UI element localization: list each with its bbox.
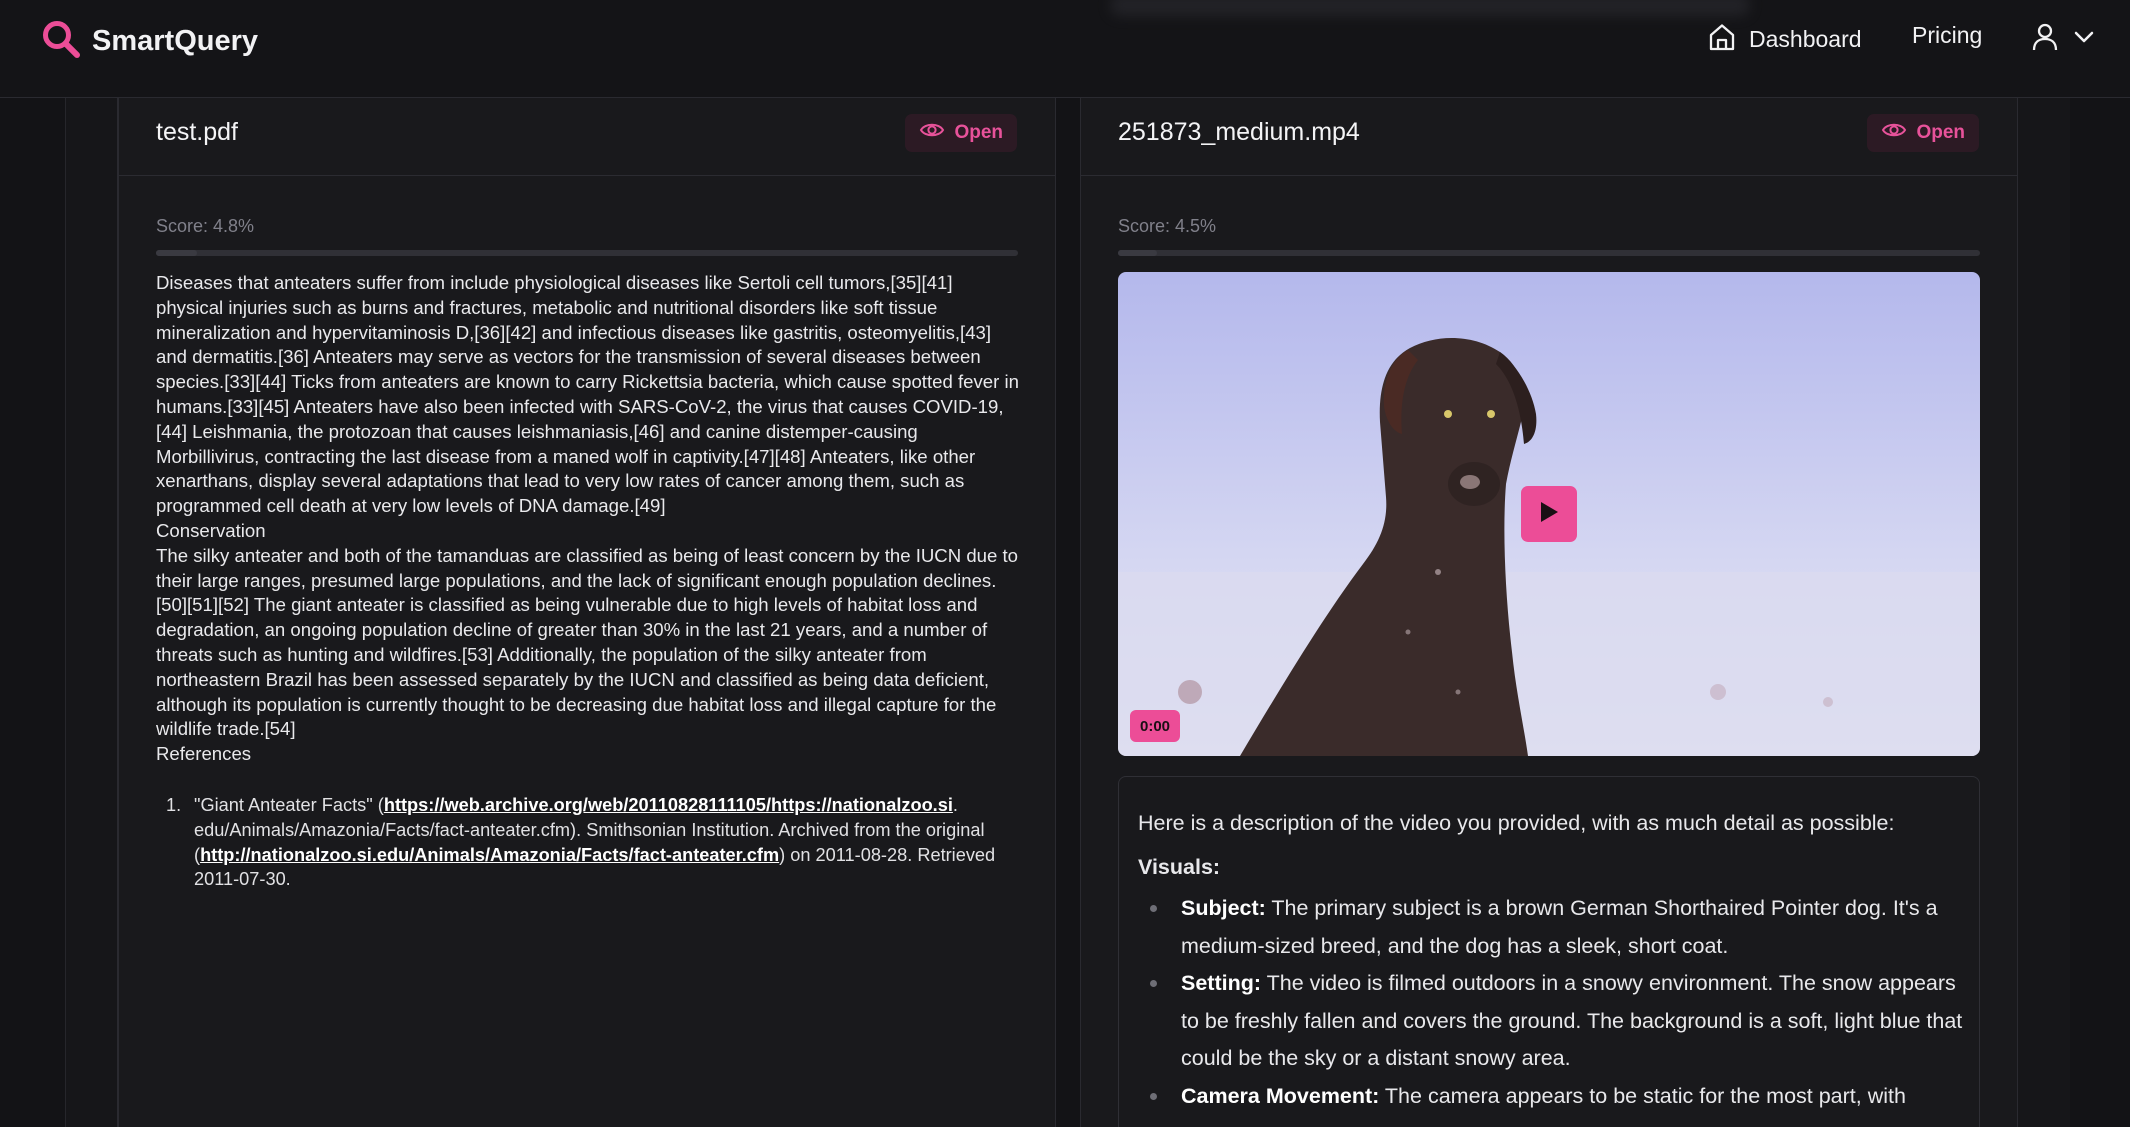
reference-item: "Giant Anteater Facts" (https://web.arch… <box>194 793 1022 892</box>
brand-name: SmartQuery <box>92 24 259 57</box>
excerpt-paragraph: Diseases that anteaters suffer from incl… <box>156 272 1019 517</box>
bullet-term: Camera Movement: <box>1181 1083 1380 1108</box>
list-item: Subject: The primary subject is a brown … <box>1150 890 1964 965</box>
bullet-term: Subject: <box>1181 896 1266 920</box>
list-item: Setting: The video is filmed outdoors in… <box>1150 965 1964 1078</box>
home-icon <box>1707 22 1737 56</box>
nav-dashboard[interactable]: Dashboard <box>1707 22 1862 56</box>
open-button-label: Open <box>1916 122 1965 143</box>
bullet-text: The camera appears to be static for the … <box>1379 1083 1906 1108</box>
user-menu[interactable] <box>2030 22 2096 56</box>
description-bullets: Subject: The primary subject is a brown … <box>1138 890 1964 1115</box>
reference-list: 1. "Giant Anteater Facts" (https://web.a… <box>156 793 1022 892</box>
document-excerpt: Diseases that anteaters suffer from incl… <box>156 271 1022 767</box>
open-button[interactable]: Open <box>905 114 1017 152</box>
file-title: test.pdf <box>156 118 238 146</box>
result-card-pdf: test.pdf Open Score: 4.8% Diseases that … <box>118 98 1056 1127</box>
eye-icon <box>919 120 945 146</box>
open-button[interactable]: Open <box>1867 114 1979 152</box>
video-description: Here is a description of the video you p… <box>1118 776 1980 1127</box>
nav-dashboard-label: Dashboard <box>1749 25 1862 52</box>
reference-link-archive[interactable]: https://web.archive.org/web/201108281111… <box>384 795 953 815</box>
top-navbar: SmartQuery Dashboard Pricing <box>0 0 2130 98</box>
bullet-text: The video is filmed outdoors in a snowy … <box>1181 971 1963 1070</box>
card-header: test.pdf Open <box>119 98 1055 176</box>
video-player[interactable]: 0:00 <box>1118 272 1980 756</box>
excerpt-heading: Conservation <box>156 519 266 541</box>
result-card-video: 251873_medium.mp4 Open Score: 4.5% 0:00 … <box>1080 98 2018 1127</box>
bullet-term: Setting: <box>1181 971 1262 995</box>
reference-link-original[interactable]: http://nationalzoo.si.edu/Animals/Amazon… <box>200 845 779 865</box>
eye-icon <box>1881 120 1907 146</box>
user-icon <box>2030 22 2060 56</box>
score-label: Score: 4.5% <box>1118 216 1217 236</box>
reference-number: 1. <box>166 795 182 815</box>
reference-prefix: "Giant Anteater Facts" ( <box>194 795 384 815</box>
left-margin <box>0 98 66 1127</box>
card-header: 251873_medium.mp4 Open <box>1081 98 2017 176</box>
bullet-text: The primary subject is a brown German Sh… <box>1181 896 1938 958</box>
score-bar <box>1118 250 1980 256</box>
visuals-heading: Visuals: <box>1138 854 1221 879</box>
open-button-label: Open <box>954 122 1003 143</box>
description-content: Here is a description of the video you p… <box>1138 805 1964 1115</box>
description-intro: Here is a description of the video you p… <box>1138 811 1895 835</box>
play-icon <box>1538 500 1560 528</box>
list-item: Camera Movement: The camera appears to b… <box>1150 1078 1964 1116</box>
play-button[interactable] <box>1521 486 1577 542</box>
excerpt-paragraph: The silky anteater and both of the taman… <box>156 544 1019 740</box>
score-label: Score: 4.8% <box>156 216 255 236</box>
excerpt-heading: References <box>156 743 252 765</box>
chevron-down-icon <box>2072 25 2096 53</box>
brand-logo[interactable]: SmartQuery <box>40 18 258 64</box>
search-icon <box>40 18 82 64</box>
file-title: 251873_medium.mp4 <box>1118 118 1360 146</box>
right-gutter <box>2018 98 2070 1127</box>
score-bar-fill <box>1118 250 1157 256</box>
video-timestamp: 0:00 <box>1130 710 1181 742</box>
nav-pricing[interactable]: Pricing <box>1912 22 1982 49</box>
score-bar <box>156 250 1018 256</box>
header-blurred-overlay <box>1110 0 1750 16</box>
left-gutter <box>66 98 118 1127</box>
score-bar-fill <box>156 250 198 256</box>
nav-pricing-label: Pricing <box>1912 22 1983 48</box>
